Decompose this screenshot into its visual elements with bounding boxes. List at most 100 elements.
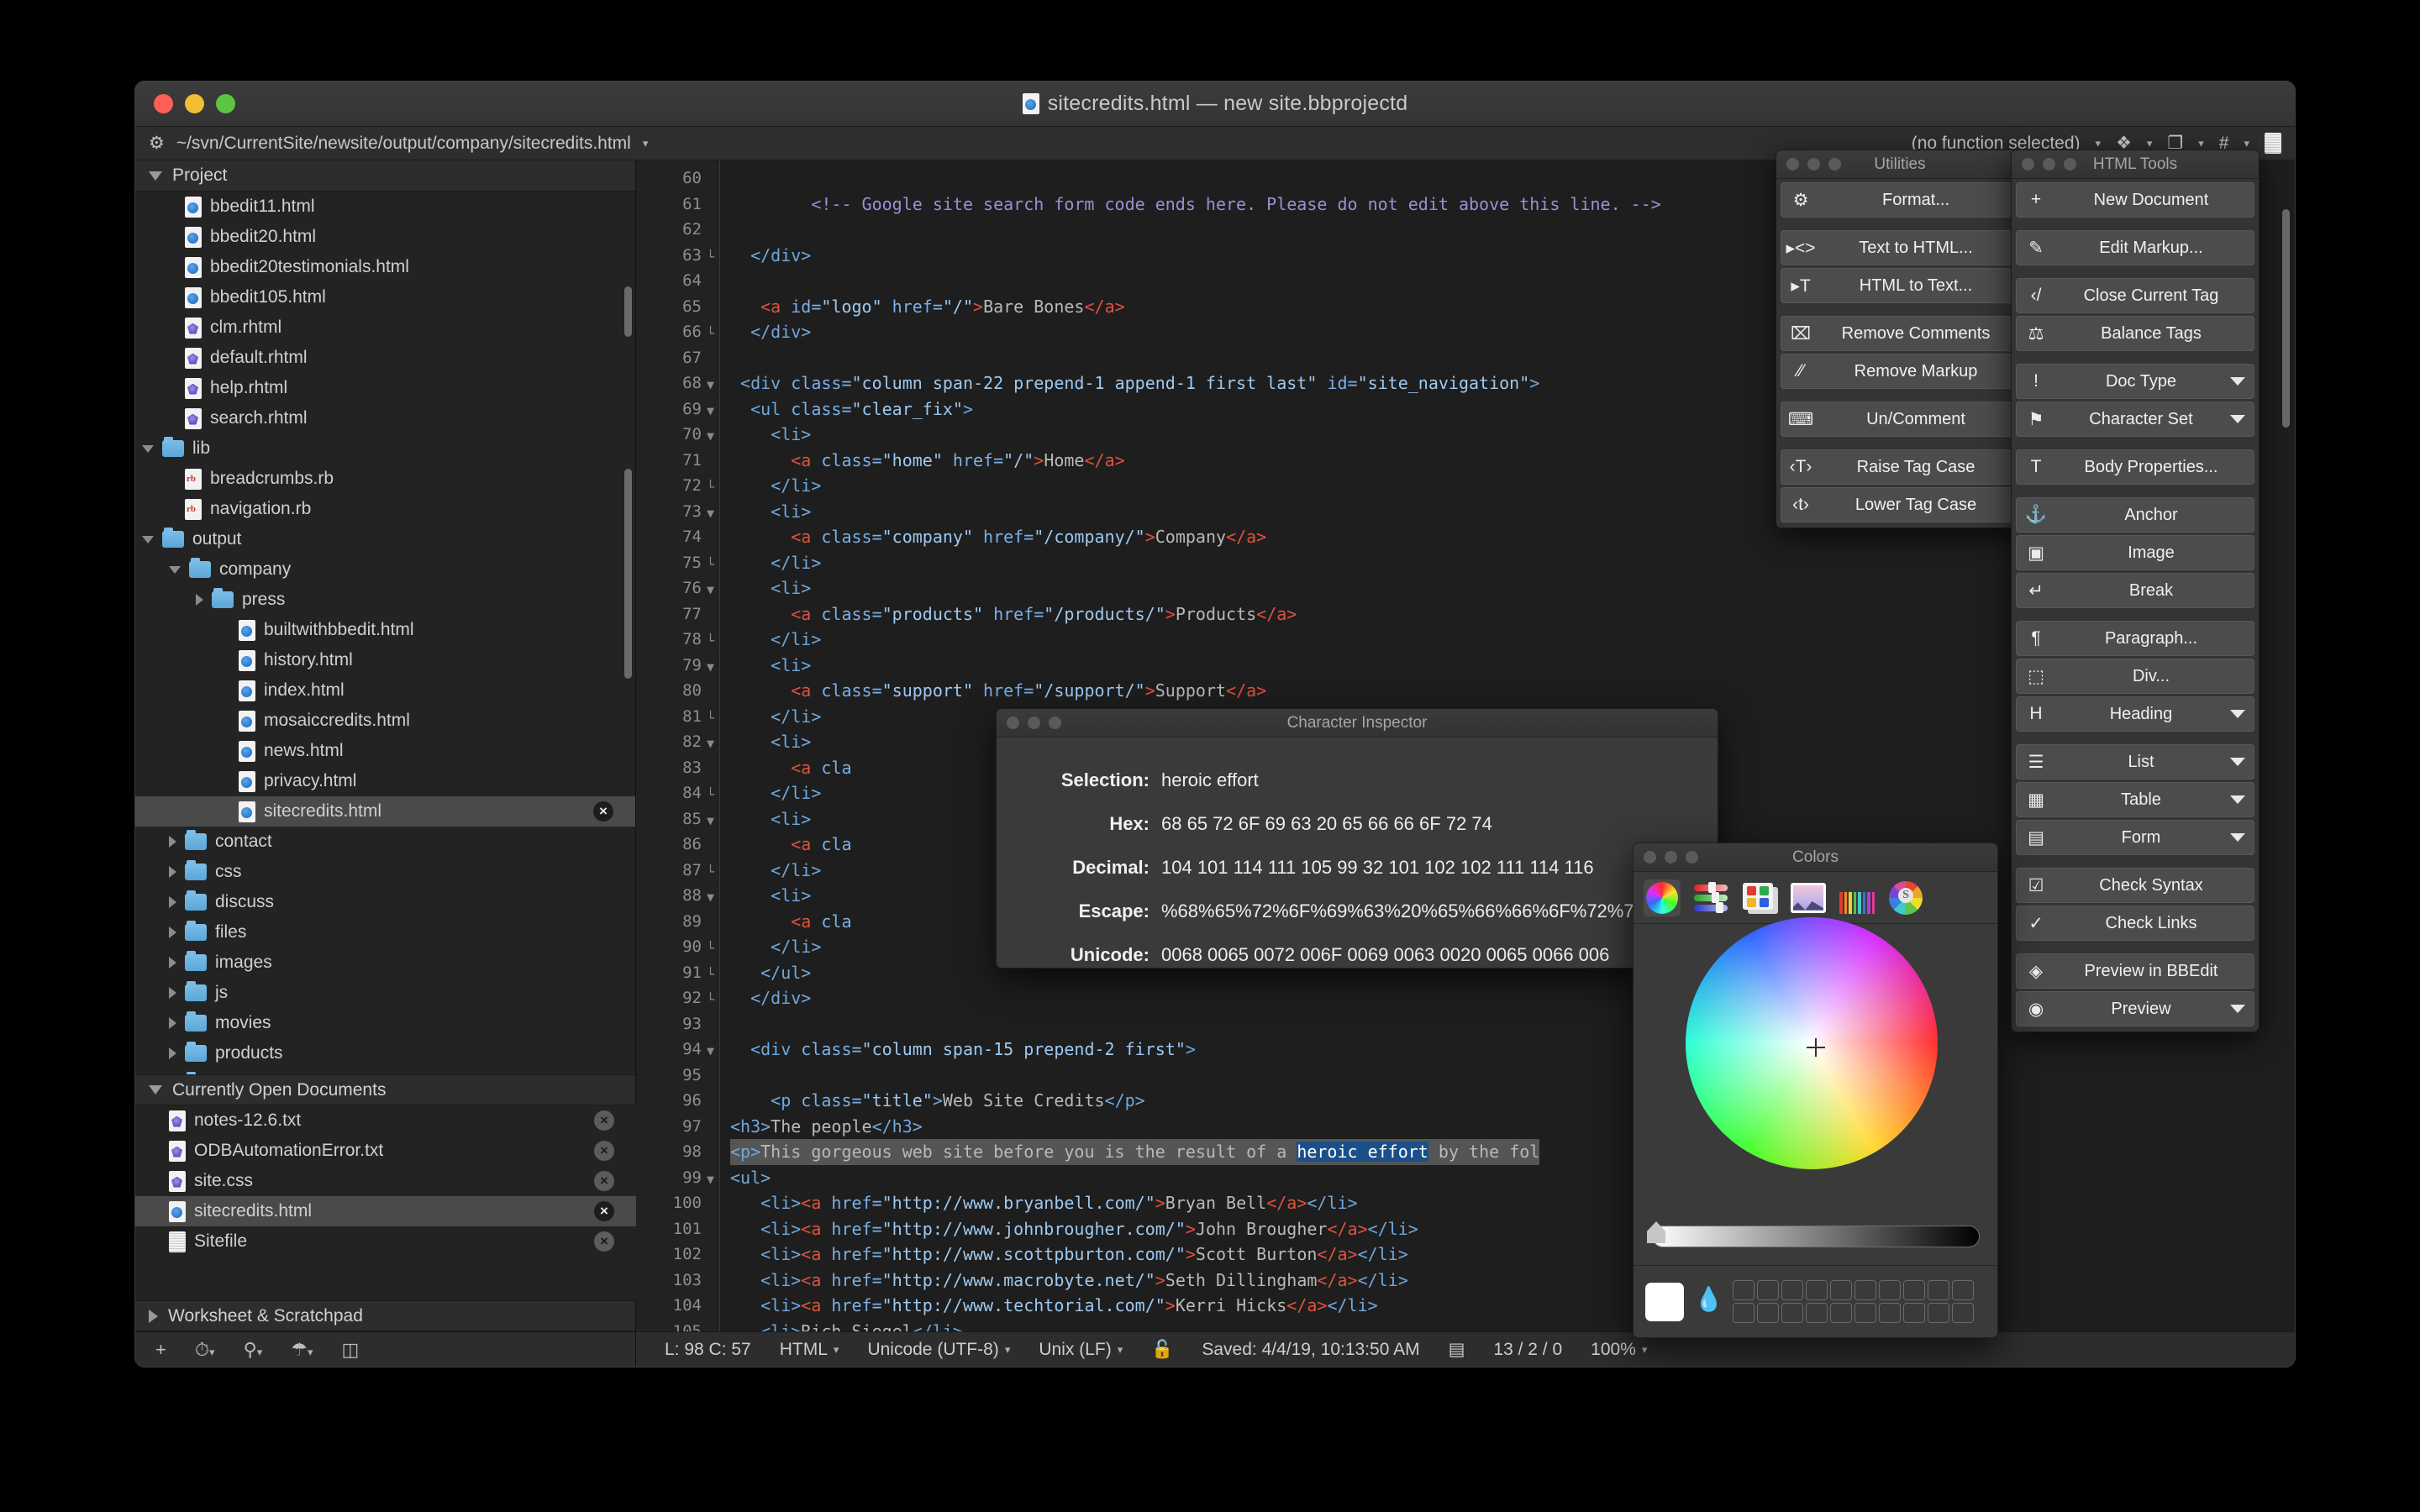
fold-toggle-icon[interactable]: ▼ (707, 731, 714, 757)
preview-bbedit-button[interactable]: ◈Preview in BBEdit (2016, 953, 2254, 989)
fold-toggle-icon[interactable]: └ (707, 936, 714, 962)
rgb-sliders-tab[interactable] (1692, 879, 1729, 916)
fold-toggle-icon[interactable]: └ (707, 706, 714, 732)
color-swatch[interactable] (1903, 1303, 1925, 1323)
open-document-row[interactable]: notes-12.6.txt× (135, 1105, 636, 1136)
saved-swatches-grid[interactable] (1733, 1280, 1974, 1323)
image-palettes-tab[interactable] (1790, 879, 1827, 916)
color-swatch[interactable] (1733, 1280, 1754, 1300)
chevron-down-icon[interactable] (2230, 1005, 2245, 1013)
tree-folder-row[interactable]: contact (135, 827, 635, 857)
disclosure-triangle-icon[interactable] (142, 445, 154, 453)
color-swatch[interactable] (1903, 1280, 1925, 1300)
disclosure-triangle-icon[interactable] (149, 1310, 158, 1323)
heading-button[interactable]: HHeading (2016, 696, 2254, 732)
close-icon[interactable]: × (594, 1110, 614, 1131)
code-line[interactable]: </li> (730, 934, 821, 960)
code-line[interactable]: <li> (730, 653, 811, 679)
balance-scales-button[interactable]: ⚖Balance Tags (2016, 316, 2254, 351)
line-endings-menu[interactable]: Unix (LF)▾ (1039, 1340, 1123, 1360)
disclosure-triangle-icon[interactable] (169, 1047, 176, 1059)
tree-folder-row[interactable]: js (135, 978, 635, 1008)
code-line[interactable]: </li> (730, 858, 821, 884)
utilities-palette-titlebar[interactable]: Utilities (1776, 150, 2023, 179)
pencils-tab[interactable] (1839, 879, 1876, 916)
code-line[interactable]: </li> (730, 627, 821, 653)
color-wheel-crosshair[interactable] (1807, 1038, 1825, 1057)
code-line[interactable]: <li> (730, 422, 811, 448)
code-line[interactable]: <li> (730, 729, 811, 755)
crayon-wheel-tab[interactable] (1887, 879, 1924, 916)
chevron-down-icon[interactable]: ▾ (643, 137, 649, 150)
open-document-row[interactable]: sitecredits.html× (135, 1196, 636, 1226)
disclosure-triangle-icon[interactable] (169, 866, 176, 878)
fold-toggle-icon[interactable]: └ (707, 628, 714, 654)
disclosure-triangle-icon[interactable] (196, 594, 203, 606)
tree-folder-row[interactable]: images (135, 948, 635, 978)
color-swatch[interactable] (1757, 1303, 1779, 1323)
open-document-row[interactable]: ODBAutomationError.txt× (135, 1136, 636, 1166)
disclosure-triangle-icon[interactable] (149, 1085, 162, 1095)
tree-file-row[interactable]: builtwithbbedit.html (135, 615, 635, 645)
tree-folder-row[interactable]: output (135, 524, 635, 554)
code-line[interactable]: </li> (730, 473, 821, 499)
code-line[interactable]: <a class="company" href="/company/">Comp… (730, 524, 1266, 550)
code-line[interactable]: <a class="support" href="/support/">Supp… (730, 678, 1266, 704)
tree-folder-row[interactable]: s5 (135, 1068, 635, 1074)
tree-file-row[interactable]: bbedit11.html (135, 192, 635, 222)
gear-button[interactable]: ⚙Format... (1781, 182, 2019, 218)
project-tree-scrollbar[interactable] (624, 469, 632, 679)
zoom-menu[interactable]: 100%▾ (1591, 1340, 1647, 1360)
break-button[interactable]: ↵Break (2016, 573, 2254, 608)
search-icon[interactable]: ⚲▾ (244, 1339, 263, 1361)
brightness-slider[interactable] (1652, 1226, 1980, 1247)
tree-file-row[interactable]: bbedit20.html (135, 222, 635, 252)
disclosure-triangle-icon[interactable] (169, 836, 176, 848)
code-line[interactable]: <a class="products" href="/products/">Pr… (730, 601, 1297, 627)
code-line[interactable]: <li><a href="http://www.johnbrougher.com… (730, 1216, 1418, 1242)
color-swatch[interactable] (1854, 1303, 1876, 1323)
disclosure-triangle-icon[interactable] (149, 171, 162, 181)
text-to-html-button[interactable]: ▸<>Text to HTML... (1781, 230, 2019, 265)
fold-toggle-icon[interactable]: └ (707, 987, 714, 1013)
lower-tag-case-button[interactable]: ‹t›Lower Tag Case (1781, 487, 2019, 522)
chevron-down-icon[interactable] (2230, 415, 2245, 423)
disclosure-triangle-icon[interactable] (169, 987, 176, 999)
remove-comments-button[interactable]: ⌧Remove Comments (1781, 316, 2019, 351)
code-line[interactable]: <li><a href="http://www.macrobyte.net/">… (730, 1268, 1408, 1294)
colors-panel-titlebar[interactable]: Colors (1634, 843, 1997, 872)
chevron-down-icon[interactable] (2230, 710, 2245, 718)
chevron-down-icon[interactable] (2230, 795, 2245, 804)
tree-file-row[interactable]: sitecredits.html× (135, 796, 635, 827)
disclosure-triangle-icon[interactable] (169, 927, 176, 938)
code-line[interactable]: <li><a href="http://www.bryanbell.com/">… (730, 1190, 1358, 1216)
tree-folder-row[interactable]: company (135, 554, 635, 585)
check-links-button[interactable]: ✓Check Links (2016, 906, 2254, 941)
color-swatch[interactable] (1952, 1303, 1974, 1323)
project-header[interactable]: Project (135, 160, 635, 192)
disclosure-triangle-icon[interactable] (142, 536, 154, 543)
tree-folder-row[interactable]: products (135, 1038, 635, 1068)
new-document-button[interactable]: +New Document (2016, 182, 2254, 218)
code-line[interactable]: </li> (730, 780, 821, 806)
cloud-icon[interactable]: ☂▾ (291, 1339, 313, 1361)
list-button[interactable]: ☰List (2016, 744, 2254, 780)
fold-toggle-icon[interactable]: ▼ (707, 423, 714, 449)
pencil-button[interactable]: ✎Edit Markup... (2016, 230, 2254, 265)
language-menu[interactable]: HTML▾ (780, 1340, 839, 1360)
tree-file-row[interactable]: privacy.html (135, 766, 635, 796)
code-line[interactable]: <ul> (730, 1165, 771, 1191)
color-wheel-tab[interactable] (1644, 879, 1681, 916)
doctype-button[interactable]: !Doc Type (2016, 364, 2254, 399)
hash-chevron-down-icon[interactable]: ▾ (2244, 137, 2249, 150)
fold-toggle-icon[interactable]: ▼ (707, 1167, 714, 1193)
tree-file-row[interactable]: breadcrumbs.rb (135, 464, 635, 494)
color-swatch[interactable] (1952, 1280, 1974, 1300)
worksheet-header[interactable]: Worksheet & Scratchpad (135, 1300, 635, 1331)
tree-file-row[interactable]: mosaiccredits.html (135, 706, 635, 736)
tree-folder-row[interactable]: movies (135, 1008, 635, 1038)
code-line[interactable]: <a id="logo" href="/">Bare Bones</a> (730, 294, 1125, 320)
code-line[interactable]: <a cla (730, 909, 852, 935)
color-swatch[interactable] (1781, 1303, 1803, 1323)
project-file-tree[interactable]: bbedit11.htmlbbedit20.htmlbbedit20testim… (135, 192, 635, 1074)
